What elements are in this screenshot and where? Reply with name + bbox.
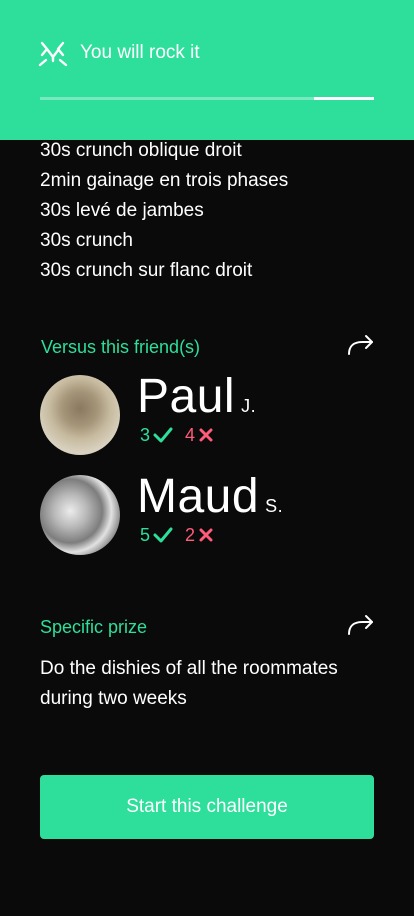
cross-icon	[199, 528, 213, 542]
wins-count: 3	[140, 425, 151, 445]
prize-section-title: Specific prize	[40, 617, 148, 637]
share-arrow-icon[interactable]	[346, 333, 376, 357]
avatar	[40, 375, 120, 455]
progress-bar-remaining	[313, 97, 374, 100]
friend-name: Paul J.	[137, 369, 256, 424]
check-icon	[153, 527, 173, 543]
exercise-list: 30s crunch oblique droit 2min gainage en…	[40, 136, 288, 286]
losses-count: 2	[185, 525, 196, 545]
avatar	[40, 475, 120, 555]
friend-first-name: Paul	[137, 370, 236, 423]
exercise-item: 30s crunch oblique droit	[40, 140, 242, 161]
cross-icon	[199, 428, 213, 442]
check-icon	[153, 427, 173, 443]
start-challenge-button[interactable]: Start this challenge	[40, 775, 374, 839]
friend-last-initial: J.	[241, 396, 257, 416]
header-bar: You will rock it	[0, 0, 414, 140]
progress-bar-fill	[40, 97, 314, 100]
friend-card-paul[interactable]: Paul J. 34	[40, 370, 380, 455]
friend-score: 34	[140, 425, 214, 446]
prize-description: Do the dishies of all the roommates duri…	[40, 658, 338, 709]
exercise-item: 30s crunch	[40, 230, 133, 251]
friend-last-initial: S.	[265, 496, 284, 516]
friend-name: Maud S.	[137, 469, 283, 524]
back-icon[interactable]	[38, 40, 68, 68]
friends-section-title: Versus this friend(s)	[41, 337, 201, 357]
progress-bar	[40, 97, 374, 100]
header-title: You will rock it	[80, 42, 200, 63]
losses-count: 4	[185, 425, 196, 445]
friend-score: 52	[140, 525, 214, 546]
friend-first-name: Maud	[137, 470, 260, 523]
exercise-item: 30s crunch sur flanc droit	[40, 260, 253, 281]
exercise-item: 30s levé de jambes	[40, 200, 204, 221]
exercise-item: 2min gainage en trois phases	[40, 170, 289, 191]
friend-card-maud[interactable]: Maud S. 52	[40, 470, 380, 555]
share-arrow-icon[interactable]	[346, 613, 376, 637]
wins-count: 5	[140, 525, 151, 545]
